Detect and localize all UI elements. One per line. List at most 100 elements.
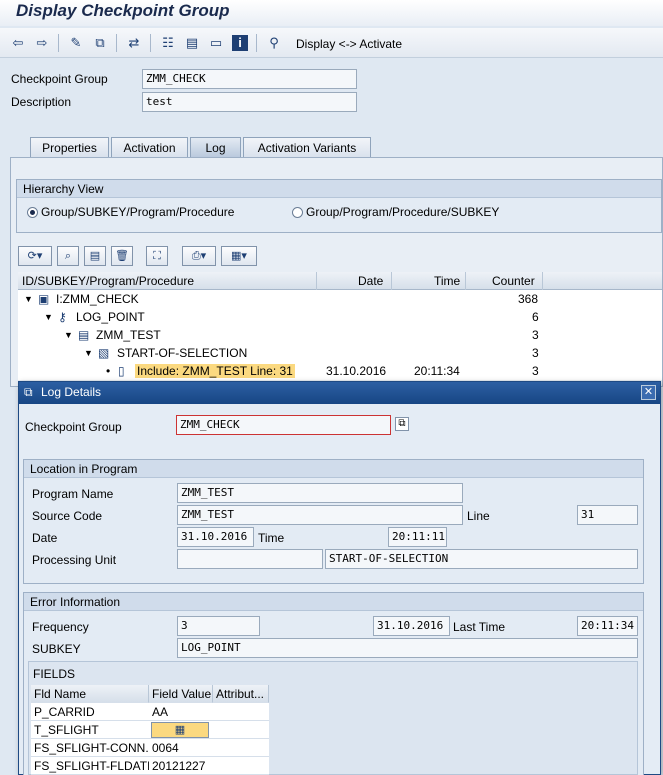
field-attr-cell <box>213 721 269 739</box>
tree-node-counter: 368 <box>518 292 539 306</box>
column-header-time[interactable]: Time <box>434 274 460 288</box>
bullet-icon: • <box>106 364 111 378</box>
collapse-icon[interactable]: ▼ <box>24 294 33 304</box>
refresh-icon: ⟳▾ <box>27 250 43 262</box>
back-arrow-icon[interactable]: ⇦ <box>10 35 26 51</box>
display-change-icon[interactable]: ⧉ <box>92 35 108 51</box>
radio-group-program[interactable] <box>292 207 303 218</box>
toolbar-separator <box>256 34 257 52</box>
program-name-field[interactable]: ZMM_TEST <box>177 483 463 503</box>
tab-activation-variants[interactable]: Activation Variants <box>243 137 371 158</box>
fields-panel: FIELDS Fld Name Field Value Attribut... … <box>28 661 638 775</box>
tab-activation[interactable]: Activation <box>111 137 188 158</box>
column-divider <box>465 272 466 290</box>
processing-unit-label: Processing Unit <box>32 553 117 567</box>
column-header-counter[interactable]: Counter <box>492 274 535 288</box>
dialog-title: Log Details <box>41 385 102 399</box>
table-icon-button[interactable]: ▦ <box>151 722 209 738</box>
display-activate-button[interactable]: Display <-> Activate <box>296 37 402 51</box>
description-label: Description <box>11 95 72 109</box>
description-field[interactable]: test <box>142 92 357 112</box>
copy-icon[interactable]: ⧉ <box>395 417 409 431</box>
tree-row[interactable]: ▼ ▣ I:ZMM_CHECK 368 <box>18 290 662 308</box>
collapse-icon[interactable]: ▼ <box>84 348 93 358</box>
source-code-field[interactable]: ZMM_TEST <box>177 505 463 525</box>
first-date-field[interactable]: 31.10.2016 <box>373 616 450 636</box>
field-value-cell[interactable]: 0064 <box>149 739 213 757</box>
location-group: Location in Program Program Name ZMM_TES… <box>23 459 644 584</box>
processing-unit-field[interactable] <box>177 549 323 569</box>
hierarchy-view-group: Hierarchy View Group/SUBKEY/Program/Proc… <box>16 179 662 233</box>
log-details-dialog: ⧉ Log Details ✕ Checkpoint Group ZMM_CHE… <box>18 381 661 775</box>
info-icon[interactable]: i <box>232 35 248 51</box>
tree-node-counter: 3 <box>532 364 539 378</box>
column-header-id[interactable]: ID/SUBKEY/Program/Procedure <box>22 274 194 288</box>
line-field[interactable]: 31 <box>577 505 638 525</box>
user-icon[interactable]: ⚲ <box>266 35 282 51</box>
column-header-date[interactable]: Date <box>358 274 383 288</box>
radio-group-subkey[interactable] <box>27 207 38 218</box>
print-button[interactable]: ⎙▾ <box>182 246 216 266</box>
field-name-cell[interactable]: FS_SFLIGHT-FLDATE <box>31 757 149 775</box>
details-button[interactable]: ▤ <box>84 246 106 266</box>
time-field[interactable]: 20:11:11 <box>388 527 447 547</box>
delete-button[interactable]: 🗑 <box>111 246 133 266</box>
column-header-attribute[interactable]: Attribut... <box>213 685 269 703</box>
column-header-fld-name[interactable]: Fld Name <box>31 685 149 703</box>
frequency-field[interactable]: 3 <box>177 616 260 636</box>
popup-checkpoint-group-label: Checkpoint Group <box>25 420 122 434</box>
tree-node-label: Include: ZMM_TEST Line: 31 <box>135 364 295 378</box>
line-label: Line <box>467 509 490 523</box>
last-time-field[interactable]: 20:11:34 <box>577 616 638 636</box>
forward-arrow-icon[interactable]: ⇨ <box>34 35 50 51</box>
field-value-cell[interactable]: ▦ <box>149 721 213 739</box>
collapse-icon[interactable]: ▼ <box>64 330 73 340</box>
where-used-icon[interactable]: ▤ <box>184 35 200 51</box>
subkey-label: SUBKEY <box>32 642 81 656</box>
refresh-button[interactable]: ⟳▾ <box>18 246 52 266</box>
tree-node-counter: 6 <box>532 310 539 324</box>
hierarchy-icon[interactable]: ☷ <box>160 35 176 51</box>
column-divider <box>542 272 543 290</box>
collapse-icon[interactable]: ▼ <box>44 312 53 322</box>
tab-log[interactable]: Log <box>190 137 241 158</box>
source-code-label: Source Code <box>32 509 103 523</box>
popup-checkpoint-group-field[interactable]: ZMM_CHECK <box>176 415 391 435</box>
toolbar-separator <box>58 34 59 52</box>
field-attr-cell <box>213 703 269 721</box>
field-name-cell[interactable]: FS_SFLIGHT-CONN... <box>31 739 149 757</box>
column-header-field-value[interactable]: Field Value <box>149 685 213 703</box>
hierarchy-view-title: Hierarchy View <box>17 180 661 198</box>
location-title: Location in Program <box>24 460 643 478</box>
date-field[interactable]: 31.10.2016 <box>177 527 254 547</box>
toolbar-separator <box>150 34 151 52</box>
find-next-button[interactable]: ⛶ <box>146 246 168 266</box>
tab-properties[interactable]: Properties <box>30 137 109 158</box>
layout-button[interactable]: ▦▾ <box>221 246 257 266</box>
find-button[interactable]: ⌕ <box>57 246 79 266</box>
column-divider <box>316 272 317 290</box>
checkpoint-group-label: Checkpoint Group <box>11 72 108 86</box>
application-toolbar: ⇦ ⇨ ✎ ⧉ ⇄ ☷ ▤ ▭ i ⚲ Display <-> Activate <box>0 28 663 58</box>
field-attr-cell <box>213 739 269 757</box>
tree-row[interactable]: ▼ ▧ START-OF-SELECTION 3 <box>18 344 662 362</box>
edit-pencil-icon[interactable]: ✎ <box>68 35 84 51</box>
tree-node-counter: 3 <box>532 328 539 342</box>
close-icon[interactable]: ✕ <box>641 385 656 400</box>
last-time-label: Last Time <box>453 620 506 634</box>
tree-node-label: START-OF-SELECTION <box>117 346 248 360</box>
checkpoint-group-field[interactable]: ZMM_CHECK <box>142 69 357 89</box>
tree-row[interactable]: ▼ ▤ ZMM_TEST 3 <box>18 326 662 344</box>
field-name-cell[interactable]: T_SFLIGHT <box>31 721 149 739</box>
field-value-cell[interactable]: 20121227 <box>149 757 213 775</box>
dialog-title-bar: ⧉ Log Details ✕ <box>19 382 660 404</box>
field-name-cell[interactable]: P_CARRID <box>31 703 149 721</box>
subkey-field[interactable]: LOG_POINT <box>177 638 638 658</box>
list-icon[interactable]: ▭ <box>208 35 224 51</box>
tree-row[interactable]: • ▯ Include: ZMM_TEST Line: 31 31.10.201… <box>18 362 662 380</box>
field-value-cell[interactable]: AA <box>149 703 213 721</box>
tree-header: ID/SUBKEY/Program/Procedure Date Time Co… <box>18 272 662 290</box>
field-attr-cell <box>213 757 269 775</box>
tree-row[interactable]: ▼ ⚷ LOG_POINT 6 <box>18 308 662 326</box>
other-object-icon[interactable]: ⇄ <box>126 35 142 51</box>
